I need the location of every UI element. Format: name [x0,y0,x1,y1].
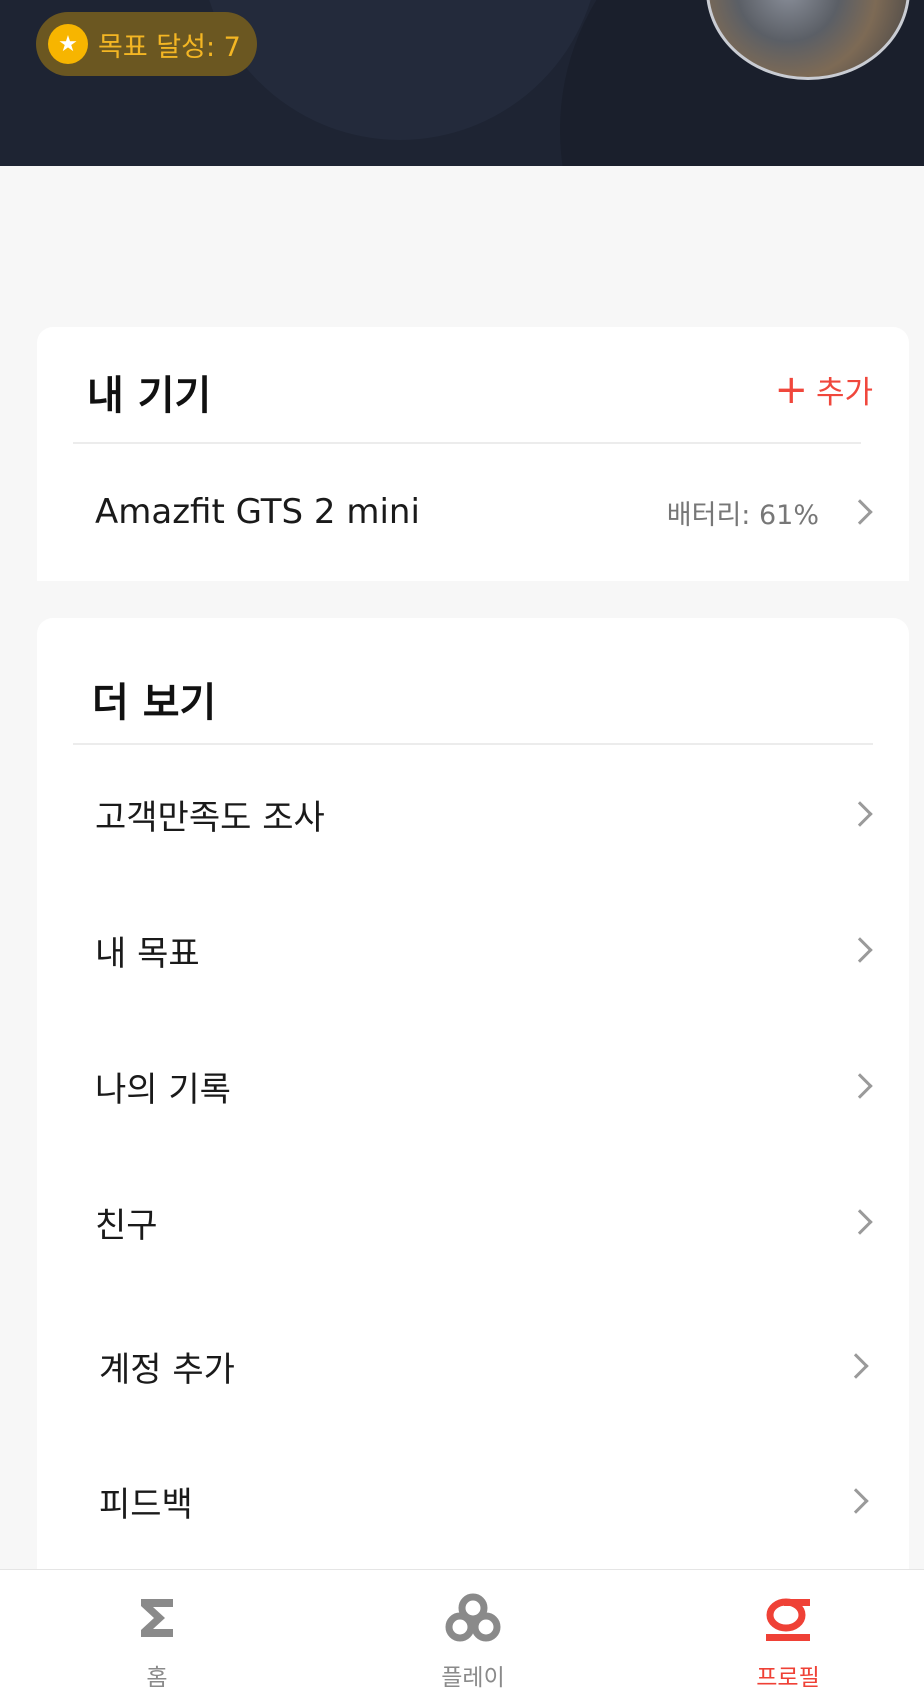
chevron-right-icon [847,499,873,525]
menu-item-label: 피드백 [99,1484,193,1525]
header-decoration [200,0,600,140]
more-section-title: 더 보기 [92,680,217,726]
add-device-button[interactable]: + 추가 [774,367,873,412]
device-battery-status: 배터리: 61% [666,499,819,531]
nav-tab-profile[interactable]: 프로필 [708,1570,868,1697]
menu-item-add-account[interactable]: 계정 추가 [37,1321,909,1411]
star-icon: ★ [48,24,88,64]
chevron-right-icon [847,1209,873,1235]
chevron-right-icon [847,1073,873,1099]
plus-icon: + [774,366,808,413]
goal-badge-label: 목표 달성: 7 [98,31,241,63]
sigma-icon [137,1590,177,1646]
goal-achievement-badge[interactable]: ★ 목표 달성: 7 [36,12,257,76]
chevron-right-icon [847,801,873,827]
menu-item-label: 친구 [95,1205,158,1246]
divider [73,442,861,444]
nav-tab-home[interactable]: 홈 [77,1570,237,1697]
profile-page: ★ 목표 달성: 7 내 기기 + 추가 Amazfit GTS 2 mini … [0,0,924,1697]
bottom-navigation: 홈 플레이 프로필 [0,1569,924,1697]
menu-item-survey[interactable]: 고객만족도 조사 [37,769,909,859]
chevron-right-icon [843,1488,869,1514]
nav-tab-label: 홈 [146,1665,168,1691]
nav-tab-label: 플레이 [441,1665,505,1691]
menu-item-label: 내 목표 [95,933,200,974]
chevron-right-icon [843,1353,869,1379]
divider [73,743,873,745]
device-row[interactable]: Amazfit GTS 2 mini 배터리: 61% [37,467,909,557]
menu-item-my-records[interactable]: 나의 기록 [37,1041,909,1131]
menu-item-label: 계정 추가 [99,1349,235,1390]
add-device-label: 추가 [815,375,873,411]
menu-item-feedback[interactable]: 피드백 [37,1456,909,1546]
menu-item-my-goals[interactable]: 내 목표 [37,905,909,995]
profile-header: ★ 목표 달성: 7 [0,0,924,166]
menu-item-label: 나의 기록 [95,1069,231,1110]
devices-section-title: 내 기기 [87,373,212,419]
nav-tab-play[interactable]: 플레이 [393,1570,553,1697]
more-card: 더 보기 고객만족도 조사 내 목표 나의 기록 친구 계정 추가 피드백 [37,618,909,1697]
nav-tab-label: 프로필 [756,1665,820,1691]
play-knot-icon [445,1590,501,1646]
chevron-right-icon [847,937,873,963]
menu-item-label: 고객만족도 조사 [95,797,325,838]
profile-icon [762,1590,814,1646]
device-name: Amazfit GTS 2 mini [95,492,420,532]
menu-item-friends[interactable]: 친구 [37,1177,909,1267]
